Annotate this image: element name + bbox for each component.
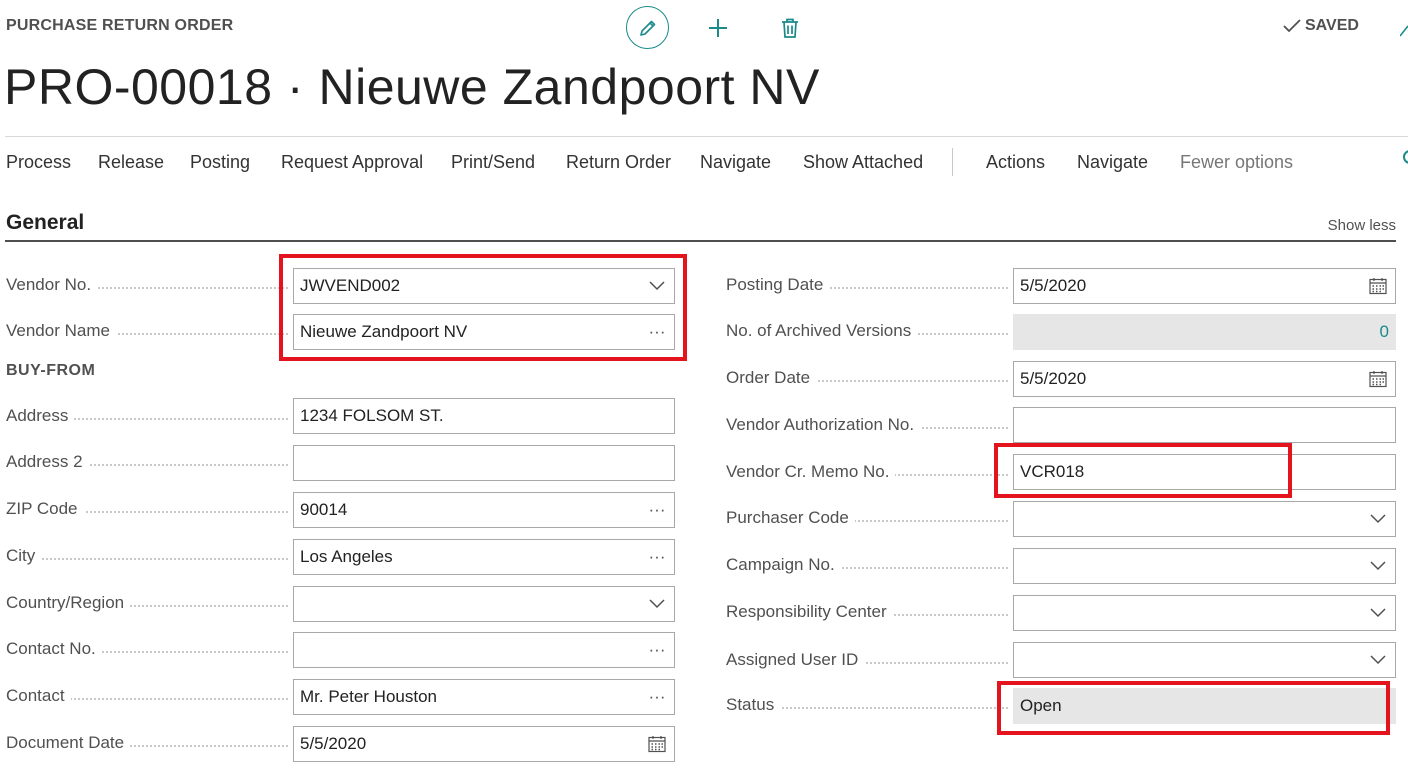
contact-no-label: Contact No. (6, 639, 288, 659)
chevron-down-icon[interactable] (1367, 561, 1389, 571)
highlight-cr-memo-box (994, 443, 1292, 498)
add-icon (709, 18, 727, 37)
chevron-down-icon[interactable] (1367, 608, 1389, 618)
section-divider (5, 240, 1396, 242)
lookup-icon[interactable]: ··· (646, 687, 668, 707)
checkmark-icon (1283, 19, 1301, 33)
edit-icon (639, 20, 655, 36)
posting-date-label: Posting Date (726, 275, 1008, 295)
action-bar-divider (5, 136, 1408, 137)
show-less-link[interactable]: Show less (1328, 217, 1396, 234)
lookup-icon[interactable]: ··· (646, 500, 668, 520)
address-2-label: Address 2 (6, 452, 288, 472)
lookup-icon[interactable]: ··· (646, 547, 668, 567)
document-date-label: Document Date (6, 733, 288, 753)
action-request-approval[interactable]: Request Approval (281, 152, 423, 173)
fewer-options-link[interactable]: Fewer options (1180, 152, 1293, 173)
archived-versions-value[interactable]: 0 (1013, 314, 1396, 350)
saved-indicator: SAVED (1282, 17, 1359, 35)
order-date-label: Order Date (726, 368, 1008, 388)
lookup-icon[interactable]: ··· (646, 640, 668, 660)
contact-no-field[interactable]: ··· (293, 632, 675, 668)
address-2-field[interactable] (293, 445, 675, 481)
address-field[interactable]: 1234 FOLSOM ST. (293, 398, 675, 434)
status-label: Status (726, 695, 1008, 715)
page-caption: PURCHASE RETURN ORDER (6, 17, 234, 34)
buy-from-heading: BUY-FROM (6, 362, 96, 379)
address-label: Address (6, 406, 288, 426)
action-return-order[interactable]: Return Order (566, 152, 671, 173)
action-show-attached[interactable]: Show Attached (803, 152, 923, 173)
purchaser-code-label: Purchaser Code (726, 508, 1008, 528)
calendar-icon[interactable] (646, 735, 668, 753)
highlight-status-box (997, 681, 1390, 735)
action-navigate-secondary[interactable]: Navigate (1077, 152, 1148, 173)
calendar-icon[interactable] (1367, 277, 1389, 295)
zip-code-label: ZIP Code (6, 499, 288, 519)
action-posting[interactable]: Posting (190, 152, 250, 173)
zip-code-field[interactable]: 90014 ··· (293, 492, 675, 528)
contact-label: Contact (6, 686, 288, 706)
action-print-send[interactable]: Print/Send (451, 152, 535, 173)
delete-button[interactable] (777, 15, 803, 41)
campaign-no-field[interactable] (1013, 548, 1396, 584)
page-title: PRO-00018 · Nieuwe Zandpoort NV (4, 59, 820, 115)
expand-icon[interactable] (1400, 24, 1408, 38)
assigned-user-field[interactable] (1013, 642, 1396, 678)
contact-field[interactable]: Mr. Peter Houston ··· (293, 679, 675, 715)
calendar-icon[interactable] (1367, 370, 1389, 388)
city-field[interactable]: Los Angeles ··· (293, 539, 675, 575)
delete-icon (782, 18, 798, 38)
edit-button[interactable] (626, 6, 669, 49)
new-button[interactable] (705, 15, 731, 41)
assigned-user-label: Assigned User ID (726, 650, 1008, 670)
country-region-label: Country/Region (6, 593, 288, 613)
action-bar-separator (952, 148, 953, 176)
order-date-field[interactable]: 5/5/2020 (1013, 361, 1396, 397)
posting-date-field[interactable]: 5/5/2020 (1013, 268, 1396, 304)
vendor-authorization-field[interactable] (1013, 407, 1396, 443)
chevron-down-icon[interactable] (646, 599, 668, 609)
chevron-down-icon[interactable] (1367, 514, 1389, 524)
highlight-vendor-box (279, 254, 687, 361)
action-release[interactable]: Release (98, 152, 164, 173)
action-actions[interactable]: Actions (986, 152, 1045, 173)
search-icon[interactable] (1403, 150, 1408, 164)
purchaser-code-field[interactable] (1013, 501, 1396, 537)
vendor-authorization-label: Vendor Authorization No. (726, 415, 1008, 435)
archived-versions-label: No. of Archived Versions (726, 321, 1008, 341)
vendor-cr-memo-label: Vendor Cr. Memo No. (726, 462, 1008, 482)
vendor-name-label: Vendor Name (6, 321, 288, 341)
country-region-field[interactable] (293, 586, 675, 622)
action-process[interactable]: Process (6, 152, 71, 173)
saved-label: SAVED (1305, 17, 1359, 34)
section-title-general[interactable]: General (6, 211, 84, 235)
responsibility-center-field[interactable] (1013, 595, 1396, 631)
responsibility-center-label: Responsibility Center (726, 602, 1008, 622)
action-navigate[interactable]: Navigate (700, 152, 771, 173)
document-date-field[interactable]: 5/5/2020 (293, 726, 675, 762)
header-actions (626, 6, 803, 49)
chevron-down-icon[interactable] (1367, 655, 1389, 665)
city-label: City (6, 546, 288, 566)
campaign-no-label: Campaign No. (726, 555, 1008, 575)
vendor-no-label: Vendor No. (6, 275, 288, 295)
